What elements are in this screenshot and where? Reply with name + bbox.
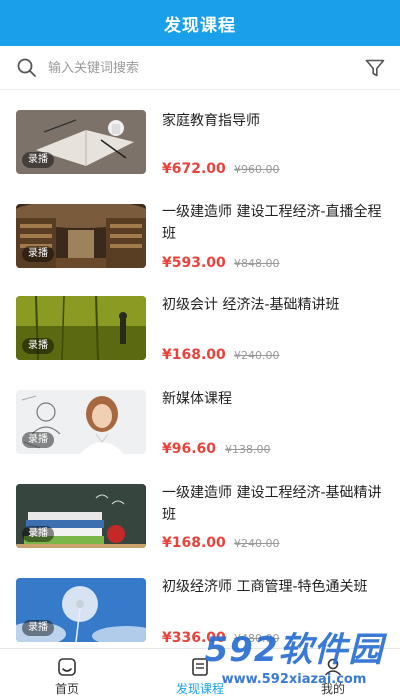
bottom-tab-bar: 首页 发现课程 我的 bbox=[0, 648, 400, 700]
course-thumbnail: 录播 bbox=[16, 578, 146, 642]
course-list: 录播 家庭教育指导师 ¥672.00 ¥960.00 录播 一级建造师 建设工程… bbox=[0, 90, 400, 648]
course-original-price: ¥848.00 bbox=[234, 257, 280, 270]
tab-home[interactable]: 首页 bbox=[0, 649, 134, 700]
tab-label: 发现课程 bbox=[175, 682, 224, 696]
search-bar bbox=[0, 46, 400, 90]
course-item[interactable]: 录播 初级会计 经济法-基础精讲班 ¥168.00 ¥240.00 bbox=[0, 278, 400, 372]
course-item[interactable]: 录播 一级建造师 建设工程经济-直播全程班 ¥593.00 ¥848.00 bbox=[0, 184, 400, 278]
course-title: 初级经济师 工商管理-特色通关班 bbox=[162, 579, 368, 595]
course-price: ¥593.00 bbox=[162, 255, 226, 271]
home-icon bbox=[58, 658, 76, 676]
user-icon bbox=[324, 658, 342, 676]
course-item[interactable]: 录播 初级经济师 工商管理-特色通关班 ¥336.00 ¥480.00 bbox=[0, 560, 400, 648]
tab-label: 我的 bbox=[320, 682, 345, 696]
recorded-badge: 录播 bbox=[22, 526, 54, 542]
course-original-price: ¥960.00 bbox=[234, 163, 280, 176]
recorded-badge: 录播 bbox=[22, 152, 54, 168]
recorded-badge: 录播 bbox=[22, 620, 54, 636]
course-item[interactable]: 录播 新媒体课程 ¥96.60 ¥138.00 bbox=[0, 372, 400, 466]
course-original-price: ¥480.00 bbox=[234, 632, 280, 645]
course-thumbnail: 录播 bbox=[16, 110, 146, 174]
course-title: 家庭教育指导师 bbox=[162, 113, 260, 129]
search-icon[interactable] bbox=[16, 57, 38, 79]
course-thumbnail: 录播 bbox=[16, 484, 146, 548]
recorded-badge: 录播 bbox=[22, 246, 54, 262]
course-thumbnail: 录播 bbox=[16, 296, 146, 360]
course-price: ¥672.00 bbox=[162, 161, 226, 177]
course-price: ¥168.00 bbox=[162, 535, 226, 551]
course-price: ¥336.00 bbox=[162, 630, 226, 646]
course-thumbnail: 录播 bbox=[16, 390, 146, 454]
course-title: 初级会计 经济法-基础精讲班 bbox=[162, 297, 340, 313]
course-title: 一级建造师 建设工程经济-基础精讲班 bbox=[162, 485, 382, 523]
course-item[interactable]: 录播 家庭教育指导师 ¥672.00 ¥960.00 bbox=[0, 90, 400, 184]
page-title: 发现课程 bbox=[164, 15, 236, 36]
course-title: 新媒体课程 bbox=[162, 391, 232, 407]
course-item[interactable]: 录播 一级建造师 建设工程经济-基础精讲班 ¥168.00 ¥240.00 bbox=[0, 466, 400, 560]
app-header: 发现课程 bbox=[0, 0, 400, 46]
course-title: 一级建造师 建设工程经济-直播全程班 bbox=[162, 204, 382, 242]
recorded-badge: 录播 bbox=[22, 432, 54, 448]
tab-label: 首页 bbox=[54, 682, 79, 696]
course-icon bbox=[192, 658, 208, 676]
course-price: ¥96.60 bbox=[162, 441, 217, 457]
filter-icon[interactable] bbox=[364, 57, 386, 79]
recorded-badge: 录播 bbox=[22, 338, 54, 354]
course-price: ¥168.00 bbox=[162, 347, 226, 363]
course-original-price: ¥138.00 bbox=[225, 443, 271, 456]
tab-discover-courses[interactable]: 发现课程 bbox=[133, 649, 267, 700]
course-original-price: ¥240.00 bbox=[234, 537, 280, 550]
course-original-price: ¥240.00 bbox=[234, 349, 280, 362]
search-input[interactable] bbox=[48, 56, 338, 80]
tab-mine[interactable]: 我的 bbox=[266, 649, 400, 700]
course-thumbnail: 录播 bbox=[16, 204, 146, 268]
